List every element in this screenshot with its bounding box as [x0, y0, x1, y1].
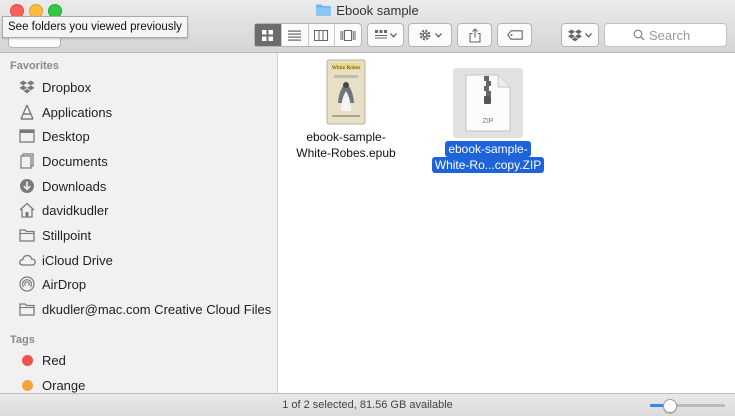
folder-icon — [18, 226, 36, 244]
file-browser: White Robes ebook-sample- White-Robes.ep… — [278, 53, 735, 393]
airdrop-icon — [18, 275, 36, 293]
file-name-line-2: White-Ro...copy.ZIP — [431, 157, 545, 173]
share-icon — [468, 27, 481, 43]
cover-flow-icon — [340, 29, 356, 41]
arrange-grid-icon — [374, 30, 387, 39]
selection-highlight: ZIP — [453, 68, 523, 138]
search-field[interactable] — [604, 23, 727, 47]
toolbar: Ebook sample ‹ › See folders you viewed … — [0, 0, 735, 53]
search-input[interactable] — [649, 26, 721, 44]
file-name-line-1: ebook-sample- — [306, 130, 386, 144]
sidebar-item-home[interactable]: davidkudler — [0, 198, 277, 222]
sidebar: Favorites Dropbox Applications Desktop D… — [0, 53, 278, 393]
sidebar-item-stillpoint[interactable]: Stillpoint — [0, 223, 277, 247]
file-item-zip[interactable]: ZIP ebook-sample- White-Ro...copy.ZIP — [424, 68, 552, 173]
tooltip: See folders you viewed previously — [2, 16, 188, 38]
dropbox-icon — [18, 78, 36, 96]
sidebar-item-applications[interactable]: Applications — [0, 100, 277, 124]
sidebar-item-label: Desktop — [42, 128, 90, 144]
folder-icon — [18, 300, 36, 318]
search-icon — [633, 29, 645, 41]
sidebar-item-desktop[interactable]: Desktop — [0, 124, 277, 148]
sidebar-item-label: Stillpoint — [42, 227, 92, 243]
tag-icon — [506, 30, 523, 40]
file-item-epub[interactable]: White Robes ebook-sample- White-Robes.ep… — [294, 59, 398, 161]
share-button[interactable] — [457, 23, 492, 47]
applications-icon — [18, 103, 36, 121]
desktop-icon — [18, 127, 36, 145]
cover-title: White Robes — [332, 65, 361, 71]
status-text: 1 of 2 selected, 81.56 GB available — [282, 399, 453, 411]
slider-thumb[interactable] — [662, 399, 677, 413]
dropbox-button[interactable] — [561, 23, 599, 47]
sidebar-item-label: dkudler@mac.com Creative Cloud Files — [42, 301, 272, 317]
downloads-icon — [18, 177, 36, 195]
window-title: Ebook sample — [336, 3, 419, 18]
edit-tags-button[interactable] — [497, 23, 532, 47]
list-icon — [288, 30, 302, 41]
sidebar-item-label: Documents — [42, 153, 108, 169]
columns-icon — [314, 29, 329, 41]
folder-icon — [316, 4, 332, 16]
sidebar-item-label: Applications — [42, 104, 113, 120]
file-name-line-2: White-Robes.epub — [296, 146, 396, 160]
action-button[interactable] — [408, 23, 452, 47]
sidebar-item-label: davidkudler — [42, 202, 109, 218]
sidebar-item-airdrop[interactable]: AirDrop — [0, 272, 277, 296]
sidebar-item-label: Downloads — [42, 178, 107, 194]
sidebar-item-icloud-drive[interactable]: iCloud Drive — [0, 248, 277, 272]
epub-book-cover-icon: White Robes — [326, 59, 366, 125]
dropbox-icon — [568, 29, 582, 41]
sidebar-item-label: Dropbox — [42, 79, 92, 95]
cover-flow-button[interactable] — [335, 24, 361, 46]
chevron-down-icon — [435, 32, 442, 38]
sidebar-item-downloads[interactable]: Downloads — [0, 174, 277, 198]
status-bar: 1 of 2 selected, 81.56 GB available — [0, 393, 735, 416]
finder-window: Ebook sample ‹ › See folders you viewed … — [0, 0, 735, 416]
sidebar-item-label: Red — [42, 352, 66, 368]
tags-heading: Tags — [10, 334, 35, 346]
sidebar-item-label: iCloud Drive — [42, 252, 113, 268]
view-mode-control[interactable] — [254, 23, 362, 47]
home-icon — [18, 201, 36, 219]
sidebar-item-label: Orange — [42, 377, 86, 393]
gear-icon — [419, 29, 431, 41]
chevron-down-icon — [585, 32, 592, 38]
sidebar-item-label: AirDrop — [42, 276, 87, 292]
arrange-button[interactable] — [367, 23, 404, 47]
sidebar-item-creative-cloud[interactable]: dkudler@mac.com Creative Cloud Files — [0, 297, 277, 321]
icon-view-button[interactable] — [255, 24, 282, 46]
column-view-button[interactable] — [309, 24, 336, 46]
favorites-heading: Favorites — [10, 60, 59, 72]
cloud-icon — [18, 251, 36, 269]
sidebar-item-documents[interactable]: Documents — [0, 149, 277, 173]
chevron-down-icon — [389, 32, 397, 38]
zip-badge: ZIP — [483, 118, 494, 125]
zip-archive-icon: ZIP — [465, 74, 511, 132]
sidebar-item-dropbox[interactable]: Dropbox — [0, 75, 277, 99]
documents-icon — [18, 152, 36, 170]
file-name-line-1: ebook-sample- — [445, 141, 531, 157]
orange-tag-icon — [22, 379, 33, 391]
icon-grid-icon — [262, 29, 274, 41]
list-view-button[interactable] — [282, 24, 309, 46]
sidebar-tag-orange[interactable]: Orange — [0, 373, 277, 393]
sidebar-tag-red[interactable]: Red — [0, 348, 277, 372]
icon-size-slider[interactable] — [650, 399, 725, 413]
red-tag-icon — [22, 354, 33, 366]
